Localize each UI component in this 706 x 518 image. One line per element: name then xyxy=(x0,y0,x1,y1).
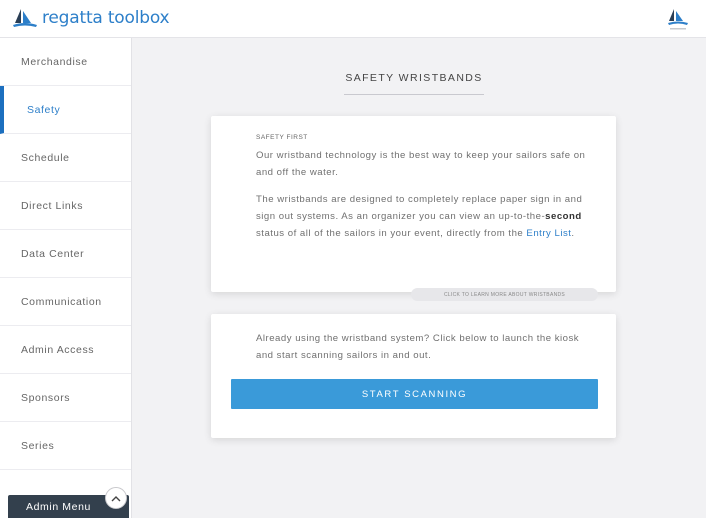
sidebar-item-communication[interactable]: Communication xyxy=(0,278,131,326)
title-divider xyxy=(344,94,484,95)
paragraph-text: status of all of the sailors in your eve… xyxy=(256,228,527,239)
scanning-card: Already using the wristband system? Clic… xyxy=(211,314,616,438)
sidebar-item-label: Safety xyxy=(27,103,61,116)
app-logo[interactable]: regatta toolbox xyxy=(12,7,170,29)
paragraph-text: . xyxy=(571,228,575,239)
sidebar-item-label: Admin Access xyxy=(21,343,95,356)
sidebar-item-label: Schedule xyxy=(21,151,70,164)
sidebar-item-schedule[interactable]: Schedule xyxy=(0,134,131,182)
sidebar-item-direct-links[interactable]: Direct Links xyxy=(0,182,131,230)
logo-text: regatta toolbox xyxy=(42,8,170,28)
sidebar-item-label: Communication xyxy=(21,295,102,308)
regatta-sail-icon xyxy=(13,9,37,27)
sidebar-item-data-center[interactable]: Data Center xyxy=(0,230,131,278)
page-title: SAFETY WRISTBANDS xyxy=(345,72,483,84)
card-eyebrow: SAFETY FIRST xyxy=(256,134,308,141)
admin-menu-label: Admin Menu xyxy=(26,500,91,513)
sidebar-item-label: Series xyxy=(21,439,55,452)
sidebar: Merchandise Safety Schedule Direct Links… xyxy=(0,38,132,518)
sidebar-item-label: Sponsors xyxy=(21,391,71,404)
start-scanning-button[interactable]: START SCANNING xyxy=(231,379,598,409)
card-paragraph: The wristbands are designed to completel… xyxy=(256,191,586,242)
card-paragraph: Our wristband technology is the best way… xyxy=(256,150,586,178)
sidebar-item-merchandise[interactable]: Merchandise xyxy=(0,38,131,86)
safety-info-card: SAFETY FIRST Our wristband technology is… xyxy=(211,116,616,292)
chevron-up-icon[interactable] xyxy=(105,487,127,509)
paragraph-text: The wristbands are designed to completel… xyxy=(256,194,583,222)
top-bar: regatta toolbox xyxy=(0,0,706,38)
sidebar-item-label: Data Center xyxy=(21,247,85,260)
sidebar-item-label: Direct Links xyxy=(21,199,84,212)
paragraph-bold-text: second xyxy=(545,211,582,222)
entry-list-link[interactable]: Entry List xyxy=(526,228,571,239)
sidebar-item-label: Merchandise xyxy=(21,55,88,68)
card-paragraph: Already using the wristband system? Clic… xyxy=(256,333,580,361)
sidebar-item-series[interactable]: Series xyxy=(0,422,131,470)
regatta-sail-icon xyxy=(668,9,688,30)
sidebar-item-admin-access[interactable]: Admin Access xyxy=(0,326,131,374)
learn-more-button[interactable]: CLICK TO LEARN MORE ABOUT WRISTBANDS xyxy=(411,288,598,301)
sidebar-item-safety[interactable]: Safety xyxy=(0,86,131,134)
sidebar-item-sponsors[interactable]: Sponsors xyxy=(0,374,131,422)
